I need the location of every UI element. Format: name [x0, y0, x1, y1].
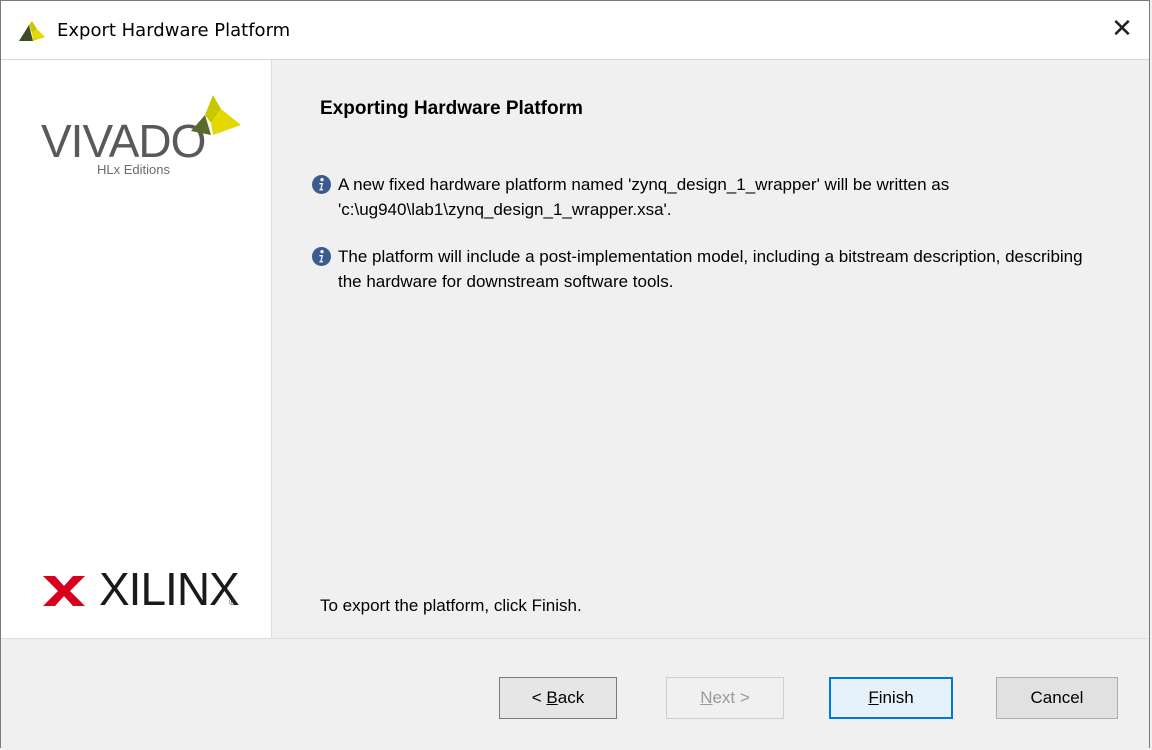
- next-mnemonic: N: [700, 688, 713, 707]
- finish-mnemonic: F: [868, 688, 879, 707]
- info-icon: [312, 175, 331, 194]
- branding-panel: VIVADO HLx Editions XILINX ®: [1, 60, 272, 638]
- cancel-label: Cancel: [1030, 688, 1084, 707]
- info-icon: [312, 247, 331, 266]
- back-button[interactable]: < Back: [499, 677, 617, 719]
- finish-instruction: To export the platform, click Finish.: [320, 596, 582, 615]
- next-button[interactable]: Next >: [666, 677, 784, 719]
- back-rest: ack: [557, 688, 585, 707]
- registered-mark: ®: [229, 597, 236, 607]
- next-rest: ext >: [712, 688, 750, 707]
- xilinx-logo-icon: [43, 576, 85, 606]
- export-hardware-dialog: Export Hardware Platform ✕ VIVADO HLx Ed…: [0, 0, 1150, 750]
- title-bar: Export Hardware Platform ✕: [1, 1, 1149, 60]
- finish-button[interactable]: Finish: [829, 677, 953, 719]
- info-text: The platform will include a post-impleme…: [338, 247, 1083, 291]
- finish-rest: inish: [878, 688, 914, 707]
- close-button[interactable]: ✕: [1107, 15, 1137, 45]
- xilinx-wordmark: XILINX: [99, 563, 240, 615]
- close-icon: ✕: [1111, 14, 1133, 44]
- vivado-logo-icon: [191, 95, 241, 135]
- cancel-button[interactable]: Cancel: [996, 677, 1118, 719]
- vivado-app-icon: [19, 21, 45, 41]
- main-panel: Exporting Hardware Platform A new fixed …: [272, 60, 1149, 638]
- page-title: Exporting Hardware Platform: [320, 98, 583, 119]
- dialog-content: VIVADO HLx Editions XILINX ® Exporting H…: [1, 60, 1149, 638]
- back-mnemonic: B: [546, 688, 558, 707]
- back-prefix: <: [531, 688, 547, 707]
- info-message: The platform will include a post-impleme…: [312, 244, 1092, 294]
- info-text: A new fixed hardware platform named 'zyn…: [338, 175, 950, 219]
- vivado-wordmark: VIVADO: [41, 115, 206, 167]
- edition-label: HLx Editions: [97, 162, 170, 177]
- window-title: Export Hardware Platform: [57, 20, 291, 41]
- info-message: A new fixed hardware platform named 'zyn…: [312, 172, 1092, 222]
- button-bar: < Back Next > Finish Cancel: [1, 638, 1149, 750]
